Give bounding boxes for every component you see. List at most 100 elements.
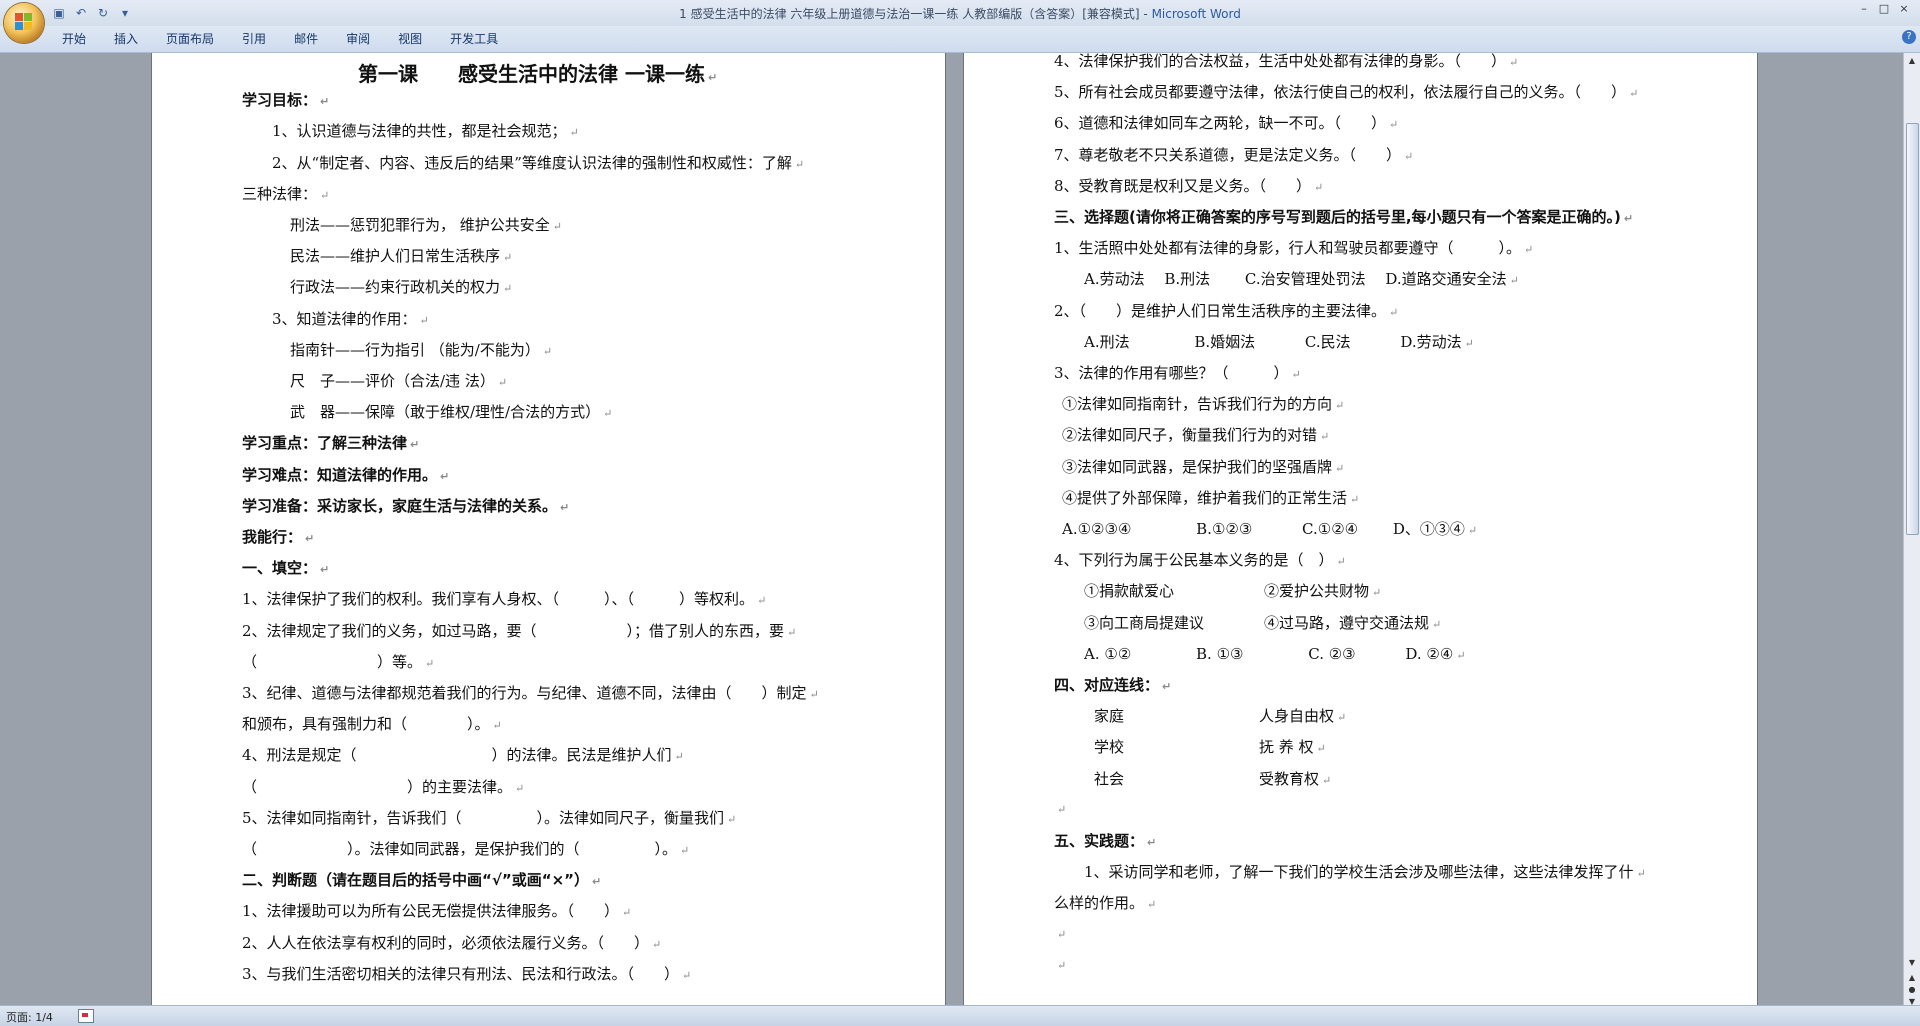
line-text: 民法——维护人们日常生活秩序 [290,247,501,266]
paragraph-mark-icon: ↵ [320,188,330,202]
line-text: 和颁布，具有强制力和（ ）。 [242,715,490,734]
document-line: 3、与我们生活密切相关的法律只有刑法、民法和行政法。（ ） ↵ [242,963,691,984]
line-text: ③向工商局提建议 ④过马路，遵守交通法规 [1084,613,1430,632]
paragraph-mark-icon: ↵ [757,594,767,608]
paragraph-mark-icon: ↵ [592,875,602,889]
document-line: 么样的作用。 ↵ [1054,892,1156,913]
proofing-status-icon[interactable] [78,1009,94,1023]
browse-object-icon[interactable]: ● [1907,985,1917,995]
document-line: ↵ [1054,799,1066,817]
document-line: 三种法律： ↵ [242,183,329,204]
paragraph-mark-icon: ↵ [1322,773,1332,787]
line-text: 1、认识道德与法律的共性，都是社会规范； [272,122,567,141]
paragraph-mark-icon: ↵ [552,220,562,233]
line-text: 社会 受教育权 [1094,769,1320,788]
line-text: （ ）。法律如同武器，是保护我们的（ ）。 [242,840,678,858]
tab-insert[interactable]: 插入 [100,30,152,48]
paragraph-mark-icon: ↵ [1314,180,1324,194]
scroll-up-icon[interactable]: ▲ [1906,55,1918,67]
document-line: 家庭 人身自由权 ↵ [1094,705,1346,726]
line-text: ①法律如同指南针，告诉我们行为的方向 [1062,395,1333,414]
paragraph-mark-icon: ↵ [680,844,690,857]
status-bar: 页面: 1/4 [0,1005,1920,1026]
document-line: 二、判断题（请在题目后的括号中画“√”或画“×”） ↵ [242,869,601,890]
document-line: 1、认识道德与法律的共性，都是社会规范； ↵ [272,120,579,141]
tab-developer[interactable]: 开发工具 [436,30,512,48]
paragraph-mark-icon: ↵ [1389,118,1399,132]
vertical-scrollbar[interactable]: ▲ ▼ ▲ ● ▼ [1903,53,1920,1006]
line-text: 四、对应连线： [1054,676,1160,694]
paragraph-mark-icon: ↵ [1456,648,1466,662]
document-line: A.①②③④ B.①②③ C.①②④ D、①③④ ↵ [1062,518,1477,539]
line-text: 刑法——惩罚犯罪行为， 维护公共安全 [290,216,550,234]
document-line: 1、法律援助可以为所有公民无偿提供法律服务。（ ） ↵ [242,900,631,921]
tab-references[interactable]: 引用 [228,30,280,48]
minimize-button[interactable]: – [1854,2,1874,16]
paragraph-mark-icon: ↵ [1623,212,1634,225]
paragraph-mark-icon: ↵ [707,71,718,84]
tab-review[interactable]: 审阅 [332,30,384,48]
line-text: 4、下列行为属于公民基本义务的是（ ） [1054,551,1334,570]
line-text: 5、法律如同指南针，告诉我们（ ）。法律如同尺子，衡量我们 [242,808,725,827]
document-line: 1、法律保护了我们的权利。我们享有人身权、（ ）、（ ）等权利。 ↵ [242,588,766,609]
paragraph-mark-icon: ↵ [682,968,692,982]
line-text: 4、刑法是规定（ ）的法律。民法是维护人们 [242,746,672,765]
tab-home[interactable]: 开始 [48,30,100,48]
scroll-down-icon[interactable]: ▼ [1906,957,1918,969]
line-text: 2、法律规定了我们的义务，如过马路，要（ ）；借了别人的东西，要 [242,621,785,640]
line-text: 学习目标： [242,91,318,110]
document-line: 8、受教育既是权利又是义务。（ ） ↵ [1054,175,1323,196]
paragraph-mark-icon: ↵ [410,438,420,452]
document-line: 第一课 感受生活中的法律 一课一练 ↵ [358,58,717,87]
document-line: A. ①② B. ①③ C. ②③ D. ②④ ↵ [1084,643,1466,664]
paragraph-mark-icon: ↵ [497,376,508,389]
document-line: 6、道德和法律如同车之两轮，缺一不可。（ ） ↵ [1054,112,1398,133]
document-line: ②法律如同尺子，衡量我们行为的对错 ↵ [1062,424,1329,445]
document-title: 1 感受生活中的法律 六年级上册道德与法治一课一练 人教部编版（含答案）[兼容模… [679,7,1152,21]
maximize-button[interactable]: □ [1874,2,1894,16]
line-text: ④提供了外部保障，维护着我们的正常生活 [1062,488,1348,507]
document-line: 指南针——行为指引 （能为/不能为） ↵ [290,339,552,360]
line-text: 2、人人在依法享有权利的同时，必须依法履行义务。（ ） [242,933,650,952]
document-line: 尺 子——评价（合法/违 法） ↵ [290,370,507,391]
paragraph-mark-icon: ↵ [503,282,513,296]
paragraph-mark-icon: ↵ [1629,87,1639,101]
document-line: ①捐款献爱心 ②爱护公共财物 ↵ [1084,580,1381,601]
document-page-1[interactable]: 第一课 感受生活中的法律 一课一练 ↵ 学习目标： ↵ 1、认识道德与法律的共性，都是社… [152,53,945,1005]
line-text: 指南针——行为指引 （能为/不能为） [290,340,540,359]
paragraph-mark-icon: ↵ [1316,742,1326,756]
document-line: 2、（ ）是维护人们日常生活秩序的主要法律。 ↵ [1054,300,1398,321]
paragraph-mark-icon: ↵ [560,500,570,514]
help-icon[interactable]: ? [1902,30,1916,44]
document-line: 一、填空： ↵ [242,557,329,578]
tab-view[interactable]: 视图 [384,30,436,48]
paragraph-mark-icon: ↵ [1389,305,1399,319]
document-line: 3、纪律、道德与法律都规范着我们的行为。与纪律、道德不同，法律由（ ）制定 ↵ [242,682,819,703]
paragraph-mark-icon: ↵ [1636,867,1646,881]
ribbon: 开始 插入 页面布局 引用 邮件 审阅 视图 开发工具 [0,26,1920,53]
paragraph-mark-icon: ↵ [1467,524,1478,537]
line-text: 行政法——约束行政机关的权力 [290,278,501,297]
paragraph-mark-icon: ↵ [1335,399,1345,413]
line-text: 三种法律： [242,184,318,203]
document-line: 4、刑法是规定（ ）的法律。民法是维护人们 ↵ [242,744,684,765]
line-text: 二、判断题（请在题目后的括号中画“√”或画“×”） [242,871,590,890]
line-text: 尺 子——评价（合法/违 法） [290,372,495,390]
document-line: 学习难点：知道法律的作用。 ↵ [242,464,449,485]
document-page-2[interactable]: 4、法律保护我们的合法权益，生活中处处都有法律的身影。（ ） ↵ 5、所有社会成员都… [964,53,1757,1005]
tab-mailings[interactable]: 邮件 [280,30,332,48]
paragraph-mark-icon: ↵ [1524,243,1534,257]
scrollbar-thumb[interactable] [1906,123,1919,535]
tab-page-layout[interactable]: 页面布局 [152,30,228,48]
office-button[interactable] [4,3,44,43]
paragraph-mark-icon: ↵ [320,563,330,577]
paragraph-mark-icon: ↵ [809,688,819,701]
paragraph-mark-icon: ↵ [440,469,450,483]
line-text: 2、（ ）是维护人们日常生活秩序的主要法律。 [1054,301,1387,320]
paragraph-mark-icon: ↵ [569,126,579,140]
close-button[interactable]: × [1894,2,1914,16]
previous-page-icon[interactable]: ▲ [1907,973,1917,983]
paragraph-mark-icon: ↵ [542,344,553,358]
line-text: 1、法律保护了我们的权利。我们享有人身权、（ ）、（ ）等权利。 [242,590,755,609]
page-number-indicator[interactable]: 页面: 1/4 [6,1009,53,1025]
